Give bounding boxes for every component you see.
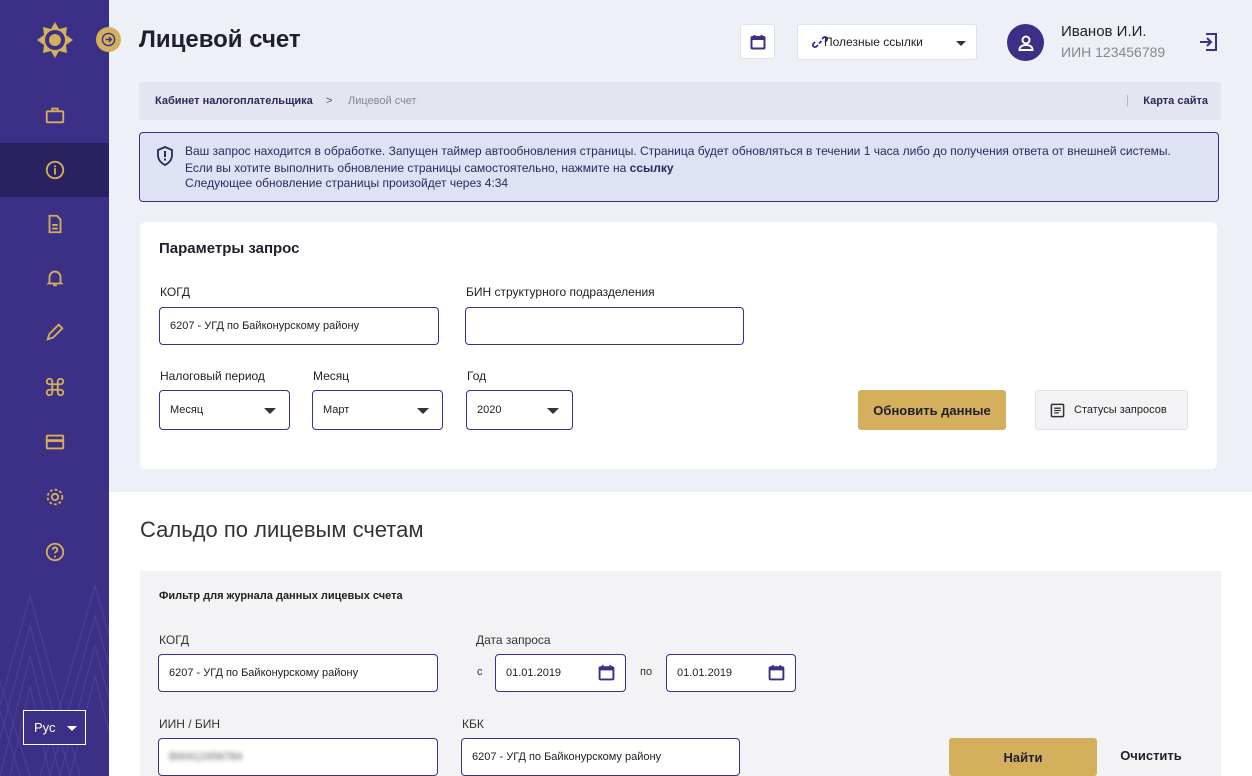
sidebar-item-notifications[interactable] <box>0 251 109 305</box>
date-from-field[interactable]: 01.01.2019 <box>495 654 626 692</box>
sidebar-item-commands[interactable] <box>0 360 109 414</box>
user-icon <box>1017 35 1034 51</box>
date-to-field[interactable]: 01.01.2019 <box>666 654 796 692</box>
logout-icon <box>1200 33 1217 51</box>
sidebar-item-info[interactable] <box>0 143 109 197</box>
month-label: Месяц <box>313 369 350 383</box>
sitemap-link[interactable]: Карта сайта <box>1127 95 1208 107</box>
info-icon <box>45 160 64 180</box>
sidebar-item-cabinet[interactable] <box>0 88 109 142</box>
sidebar-item-documents[interactable] <box>0 197 109 251</box>
chevron-down-icon <box>547 408 559 414</box>
sidebar-item-payments[interactable] <box>0 415 109 469</box>
date-from-label: с <box>477 666 483 678</box>
chevron-down-icon <box>67 726 77 731</box>
period-select[interactable]: Месяц <box>159 390 290 430</box>
month-select[interactable]: Март <box>312 390 443 430</box>
avatar[interactable] <box>1007 24 1044 61</box>
processing-alert: Ваш запрос находится в обработке. Запуще… <box>139 132 1219 202</box>
filter-kogd-label: КОГД <box>159 633 190 647</box>
kogd-field[interactable]: 6207 - УГД по Байконурскому району <box>159 307 439 345</box>
language-label: Рус <box>34 720 56 735</box>
year-label: Год <box>467 369 487 383</box>
chevron-down-icon <box>956 41 966 46</box>
sidebar-item-settings[interactable] <box>0 470 109 524</box>
request-statuses-label: Статусы запросов <box>1074 404 1167 416</box>
iin-label: ИИН / БИН <box>159 717 221 731</box>
balance-section-title: Сальдо по лицевым счетам <box>140 517 424 542</box>
breadcrumb-separator: > <box>326 95 333 107</box>
logo[interactable] <box>36 21 74 59</box>
date-label: Дата запроса <box>476 633 551 647</box>
calendar-button[interactable] <box>740 24 775 59</box>
date-from-value: 01.01.2019 <box>506 667 562 679</box>
find-button[interactable]: Найти <box>949 738 1097 776</box>
page-title: Лицевой счет <box>139 26 301 53</box>
iin-value: 800412456784 <box>169 751 243 763</box>
briefcase-icon <box>45 107 64 124</box>
kogd-value: 6207 - УГД по Байконурскому району <box>170 320 360 332</box>
kbk-value: 6207 - УГД по Байконурскому району <box>472 751 662 763</box>
period-value: Месяц <box>170 404 204 416</box>
chevron-down-icon <box>417 408 429 414</box>
date-to-value: 01.01.2019 <box>677 667 733 679</box>
chevron-down-icon <box>264 408 276 414</box>
alert-refresh-link[interactable]: ссылку <box>630 161 674 175</box>
breadcrumb-item-current: Лицевой счет <box>348 95 417 107</box>
date-to-label: по <box>640 666 653 678</box>
command-icon <box>45 377 64 397</box>
kbk-field[interactable]: 6207 - УГД по Байконурскому району <box>461 738 740 776</box>
useful-links-label: Полезные ссылки <box>824 35 923 49</box>
year-value: 2020 <box>477 404 502 416</box>
kbk-label: КБК <box>462 717 484 731</box>
language-select[interactable]: Рус <box>23 710 86 745</box>
params-title: Параметры запрос <box>159 240 300 257</box>
filter-kogd-value: 6207 - УГД по Байконурскому району <box>169 667 359 679</box>
calendar-icon <box>750 34 765 49</box>
useful-links-dropdown[interactable]: Полезные ссылки <box>797 24 977 60</box>
sidebar: Рус <box>0 0 109 776</box>
request-statuses-button[interactable]: Статусы запросов <box>1035 390 1188 430</box>
sidebar-item-edit[interactable] <box>0 305 109 359</box>
alert-line-1: Ваш запрос находится в обработке. Запуще… <box>185 144 1171 158</box>
bin-field[interactable] <box>465 307 744 345</box>
filter-kogd-field[interactable]: 6207 - УГД по Байконурскому району <box>158 654 438 692</box>
calendar-icon[interactable] <box>598 664 615 681</box>
arrow-right-icon <box>101 32 116 47</box>
sidebar-item-help[interactable] <box>0 525 109 579</box>
clear-button[interactable]: Очистить <box>1112 748 1190 770</box>
calendar-icon[interactable] <box>768 664 785 681</box>
user-iin: ИИН 123456789 <box>1061 44 1166 60</box>
logout-button[interactable] <box>1197 31 1219 53</box>
list-icon <box>1050 403 1065 417</box>
alert-line-2-text: Если вы хотите выполнить обновление стра… <box>185 161 630 175</box>
year-select[interactable]: 2020 <box>466 390 573 430</box>
gear-icon <box>46 488 63 506</box>
help-icon <box>45 542 64 562</box>
user-name: Иванов И.И. <box>1061 23 1147 40</box>
bin-label: БИН структурного подразделения <box>466 285 655 299</box>
alert-line-3: Следующее обновление страницы произойдет… <box>185 176 509 190</box>
alert-line-2: Если вы хотите выполнить обновление стра… <box>185 161 674 175</box>
sidebar-toggle-button[interactable] <box>96 27 121 52</box>
params-card <box>140 222 1217 469</box>
shield-info-icon <box>157 146 173 166</box>
month-value: Март <box>323 404 350 416</box>
filter-title: Фильтр для журнала данных лицевых счета <box>159 590 403 602</box>
refresh-data-button[interactable]: Обновить данные <box>858 390 1006 430</box>
breadcrumb-item-cabinet[interactable]: Кабинет налогоплательщика <box>155 95 313 107</box>
period-label: Налоговый период <box>160 369 265 383</box>
kogd-label: КОГД <box>160 285 191 299</box>
bell-icon <box>45 270 64 287</box>
breadcrumb: Кабинет налогоплательщика > Лицевой счет… <box>139 82 1221 120</box>
pencil-icon <box>45 323 64 341</box>
card-icon <box>45 434 64 450</box>
iin-field[interactable]: 800412456784 <box>158 738 438 776</box>
document-icon <box>48 214 61 234</box>
